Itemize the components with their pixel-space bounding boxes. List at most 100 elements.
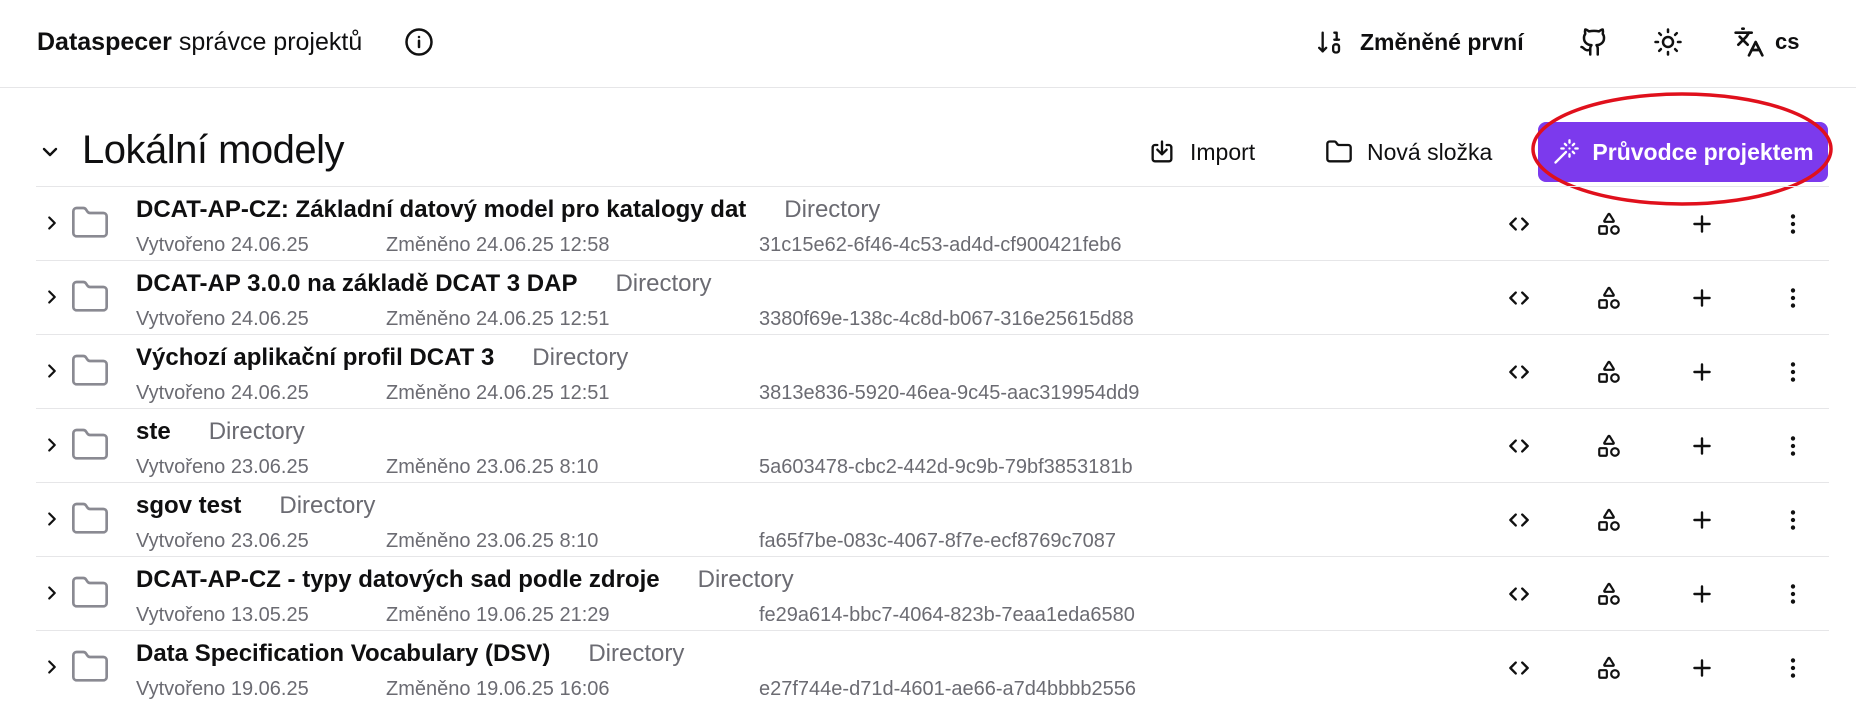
project-id: fe29a614-bbc7-4064-823b-7eaa1eda6580 <box>759 604 1135 626</box>
changed-date: Změněno 24.06.25 12:51 <box>386 382 610 404</box>
project-id: 5a603478-cbc2-442d-9c9b-79bf3853181b <box>759 456 1133 478</box>
project-name[interactable]: DCAT-AP 3.0.0 na základě DCAT 3 DAP <box>136 270 577 297</box>
expand-button[interactable] <box>38 505 66 533</box>
shapes-icon[interactable] <box>1592 207 1626 241</box>
created-date: Vytvořeno 23.06.25 <box>136 456 309 478</box>
plus-icon[interactable] <box>1685 651 1719 685</box>
code-icon[interactable] <box>1502 651 1536 685</box>
top-bar: Dataspecer správce projektů Změněné první <box>0 0 1856 88</box>
folder-icon <box>72 280 108 312</box>
sort-button[interactable]: Změněné první <box>1318 22 1524 62</box>
folder-icon <box>72 576 108 608</box>
sun-icon[interactable] <box>1648 22 1688 62</box>
import-button[interactable]: Import <box>1148 132 1255 172</box>
project-row[interactable]: sgov test Directory Vytvořeno 23.06.25 Zm… <box>36 482 1829 556</box>
shapes-icon[interactable] <box>1592 429 1626 463</box>
more-vertical-icon[interactable] <box>1776 207 1810 241</box>
project-row[interactable]: Výchozí aplikační profil DCAT 3 Directory… <box>36 334 1829 408</box>
new-folder-label: Nová složka <box>1367 138 1493 165</box>
shapes-icon[interactable] <box>1592 281 1626 315</box>
row-title: DCAT-AP 3.0.0 na základě DCAT 3 DAP Direc… <box>136 269 711 299</box>
expand-button[interactable] <box>38 283 66 311</box>
new-folder-button[interactable]: Nová složka <box>1325 132 1492 172</box>
translate-icon <box>1734 27 1764 57</box>
chevron-right-icon <box>48 438 56 452</box>
project-list: DCAT-AP-CZ: Základní datový model pro ka… <box>36 186 1829 704</box>
project-name[interactable]: Výchozí aplikační profil DCAT 3 <box>136 344 494 371</box>
sort-label: Změněné první <box>1360 28 1524 55</box>
changed-date: Změněno 23.06.25 8:10 <box>386 530 599 552</box>
import-label: Import <box>1190 138 1256 165</box>
info-icon[interactable] <box>402 25 436 59</box>
plus-icon[interactable] <box>1685 281 1719 315</box>
project-row[interactable]: Data Specification Vocabulary (DSV) Direc… <box>36 630 1829 704</box>
shapes-icon[interactable] <box>1592 355 1626 389</box>
language-switcher[interactable]: cs <box>1733 22 1799 62</box>
chevron-right-icon <box>48 290 56 304</box>
code-icon[interactable] <box>1502 503 1536 537</box>
expand-button[interactable] <box>38 431 66 459</box>
shapes-icon[interactable] <box>1592 503 1626 537</box>
row-title: ste Directory <box>136 417 305 447</box>
more-vertical-icon[interactable] <box>1776 651 1810 685</box>
code-icon[interactable] <box>1502 281 1536 315</box>
collapse-section-button[interactable] <box>36 138 64 166</box>
project-wizard-button[interactable]: Průvodce projektem <box>1538 122 1828 182</box>
project-type: Directory <box>784 196 881 223</box>
shapes-icon[interactable] <box>1592 651 1626 685</box>
project-type: Directory <box>615 270 712 297</box>
project-id: e27f744e-d71d-4601-ae66-a7d4bbbb2556 <box>759 678 1137 700</box>
plus-icon[interactable] <box>1685 503 1719 537</box>
plus-icon[interactable] <box>1685 577 1719 611</box>
folder-icon <box>72 354 108 386</box>
expand-button[interactable] <box>38 653 66 681</box>
project-name[interactable]: DCAT-AP-CZ: Základní datový model pro ka… <box>136 196 746 223</box>
import-icon <box>1151 140 1173 163</box>
created-date: Vytvořeno 13.05.25 <box>136 604 309 626</box>
more-vertical-icon[interactable] <box>1776 355 1810 389</box>
folder-icon <box>72 428 108 460</box>
project-name[interactable]: ste <box>136 418 171 445</box>
code-icon[interactable] <box>1502 429 1536 463</box>
changed-date: Změněno 24.06.25 12:51 <box>386 308 610 330</box>
project-id: fa65f7be-083c-4067-8f7e-ecf8769c7087 <box>759 530 1116 552</box>
chevron-down-icon <box>42 147 58 157</box>
row-title: sgov test Directory <box>136 491 375 521</box>
project-type: Directory <box>532 344 629 371</box>
github-icon[interactable] <box>1574 22 1614 62</box>
more-vertical-icon[interactable] <box>1776 429 1810 463</box>
project-row[interactable]: DCAT-AP-CZ: Základní datový model pro ka… <box>36 186 1829 260</box>
magic-wand-icon <box>1554 139 1580 164</box>
chevron-right-icon <box>48 364 56 378</box>
project-type: Directory <box>588 640 685 667</box>
more-vertical-icon[interactable] <box>1776 577 1810 611</box>
code-icon[interactable] <box>1502 577 1536 611</box>
project-name[interactable]: DCAT-AP-CZ - typy datových sad podle zdr… <box>136 566 660 593</box>
plus-icon[interactable] <box>1685 207 1719 241</box>
more-vertical-icon[interactable] <box>1776 503 1810 537</box>
shapes-icon[interactable] <box>1592 577 1626 611</box>
project-name[interactable]: sgov test <box>136 492 241 519</box>
changed-date: Změněno 24.06.25 12:58 <box>386 234 610 256</box>
created-date: Vytvořeno 24.06.25 <box>136 382 309 404</box>
project-type: Directory <box>279 492 376 519</box>
project-type: Directory <box>208 418 305 445</box>
plus-icon[interactable] <box>1685 355 1719 389</box>
project-wizard-label: Průvodce projektem <box>1592 138 1814 165</box>
code-icon[interactable] <box>1502 355 1536 389</box>
chevron-right-icon <box>48 512 56 526</box>
brand-subtitle: správce projektů <box>178 28 363 56</box>
expand-button[interactable] <box>38 579 66 607</box>
expand-button[interactable] <box>38 357 66 385</box>
more-vertical-icon[interactable] <box>1776 281 1810 315</box>
project-row[interactable]: ste Directory Vytvořeno 23.06.25 Změněno … <box>36 408 1829 482</box>
project-row[interactable]: DCAT-AP 3.0.0 na základě DCAT 3 DAP Direc… <box>36 260 1829 334</box>
expand-button[interactable] <box>38 209 66 237</box>
code-icon[interactable] <box>1502 207 1536 241</box>
changed-date: Změněno 19.06.25 16:06 <box>386 678 610 700</box>
project-name[interactable]: Data Specification Vocabulary (DSV) <box>136 640 550 667</box>
plus-icon[interactable] <box>1685 429 1719 463</box>
project-row[interactable]: DCAT-AP-CZ - typy datových sad podle zdr… <box>36 556 1829 630</box>
folder-icon <box>72 502 108 534</box>
created-date: Vytvořeno 19.06.25 <box>136 678 309 700</box>
